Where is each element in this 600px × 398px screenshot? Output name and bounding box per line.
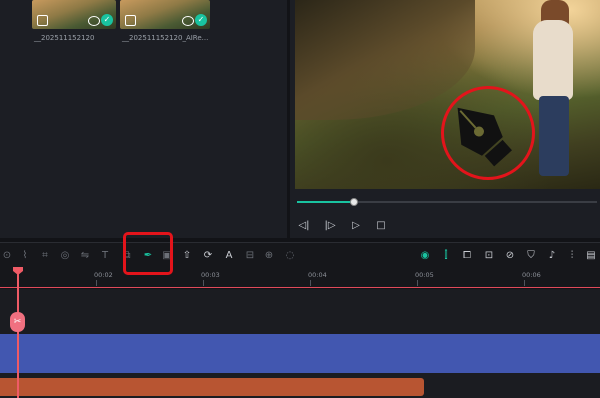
- scissors-icon[interactable]: ✂: [10, 312, 25, 332]
- media-panel: ✓ __202511152120 ✓ __202511152120_AIRe..…: [0, 0, 287, 238]
- scrubber-knob[interactable]: [350, 198, 358, 206]
- editor-window: ✓ __202511152120 ✓ __202511152120_AIRe..…: [0, 0, 600, 398]
- translate-icon[interactable]: A: [222, 249, 236, 263]
- tick: [417, 280, 418, 286]
- check-icon: ✓: [195, 14, 207, 26]
- tick: [524, 280, 525, 286]
- crop-box-icon[interactable]: ⌗: [38, 249, 52, 263]
- split-icon[interactable]: ⊕: [262, 249, 276, 263]
- eye-icon: [182, 16, 194, 26]
- playhead[interactable]: [17, 270, 19, 398]
- tick: [203, 280, 204, 286]
- tick-label: 00:06: [522, 271, 541, 279]
- media-label: __202511152120: [34, 34, 95, 42]
- mixer-icon[interactable]: ⫶: [565, 249, 579, 263]
- shield-icon[interactable]: ⛉: [524, 249, 538, 263]
- prev-frame-icon[interactable]: ◁|: [297, 219, 311, 233]
- check-icon: ✓: [101, 14, 113, 26]
- audio-adjust-icon[interactable]: ⇋: [78, 249, 92, 263]
- clip-type-icon: [125, 15, 136, 26]
- auto-reframe-icon[interactable]: ⟳: [201, 249, 215, 263]
- preview-video[interactable]: [295, 0, 600, 189]
- text-icon[interactable]: T: [98, 249, 112, 263]
- tick: [96, 280, 97, 286]
- clip-type-icon: [37, 15, 48, 26]
- ai-assistant-icon[interactable]: ◉: [418, 249, 432, 263]
- tick-label: 00:03: [201, 271, 220, 279]
- crop-icon[interactable]: ⌇: [18, 249, 32, 263]
- media-label: __202511152120_AIRe...: [122, 34, 209, 42]
- video-clip[interactable]: [0, 334, 600, 373]
- eye-icon: [88, 16, 100, 26]
- scrubber-track[interactable]: [297, 201, 597, 203]
- mic-icon[interactable]: ♪: [545, 249, 559, 263]
- speed-icon[interactable]: ⊟: [243, 249, 257, 263]
- scrubber-progress: [297, 201, 351, 203]
- preview-quality-icon[interactable]: ▤: [584, 249, 598, 263]
- media-thumbnail[interactable]: ✓: [32, 0, 116, 29]
- person-body: [533, 20, 573, 100]
- audio-ducking-icon[interactable]: ◌: [283, 249, 297, 263]
- media-thumbnail[interactable]: ✓: [120, 0, 210, 29]
- color-icon[interactable]: ⊘: [503, 249, 517, 263]
- next-frame-icon[interactable]: |▷: [323, 219, 337, 233]
- play-icon[interactable]: ▷: [349, 219, 363, 233]
- mask-icon[interactable]: ◎: [58, 249, 72, 263]
- highlight-circle: [441, 86, 535, 180]
- stop-icon[interactable]: □: [374, 219, 388, 233]
- marker-icon[interactable]: ⊡: [482, 249, 496, 263]
- tick-label: 00:04: [308, 271, 327, 279]
- link-icon[interactable]: ⧠: [460, 249, 474, 263]
- zoom-icon[interactable]: ⊙: [0, 249, 14, 263]
- audio-clip[interactable]: [0, 378, 424, 396]
- snap-icon[interactable]: ⫿: [439, 249, 453, 263]
- person-legs: [539, 96, 569, 176]
- tick-label: 00:02: [94, 271, 113, 279]
- tick-label: 00:05: [415, 271, 434, 279]
- tick: [310, 280, 311, 286]
- highlight-box: [123, 232, 173, 275]
- export-frame-icon[interactable]: ⇧: [180, 249, 194, 263]
- timeline-toolbar: ⊙ ⌇ ⌗ ◎ ⇋ T ⧉ ✒ ▣ ⇧ ⟳ A ⊟ ⊕ ◌ ◉ ⫿ ⧠ ⊡ ⊘ …: [0, 242, 600, 268]
- timeline-ruler[interactable]: 00:02 00:03 00:04 00:05 00:06: [0, 268, 600, 288]
